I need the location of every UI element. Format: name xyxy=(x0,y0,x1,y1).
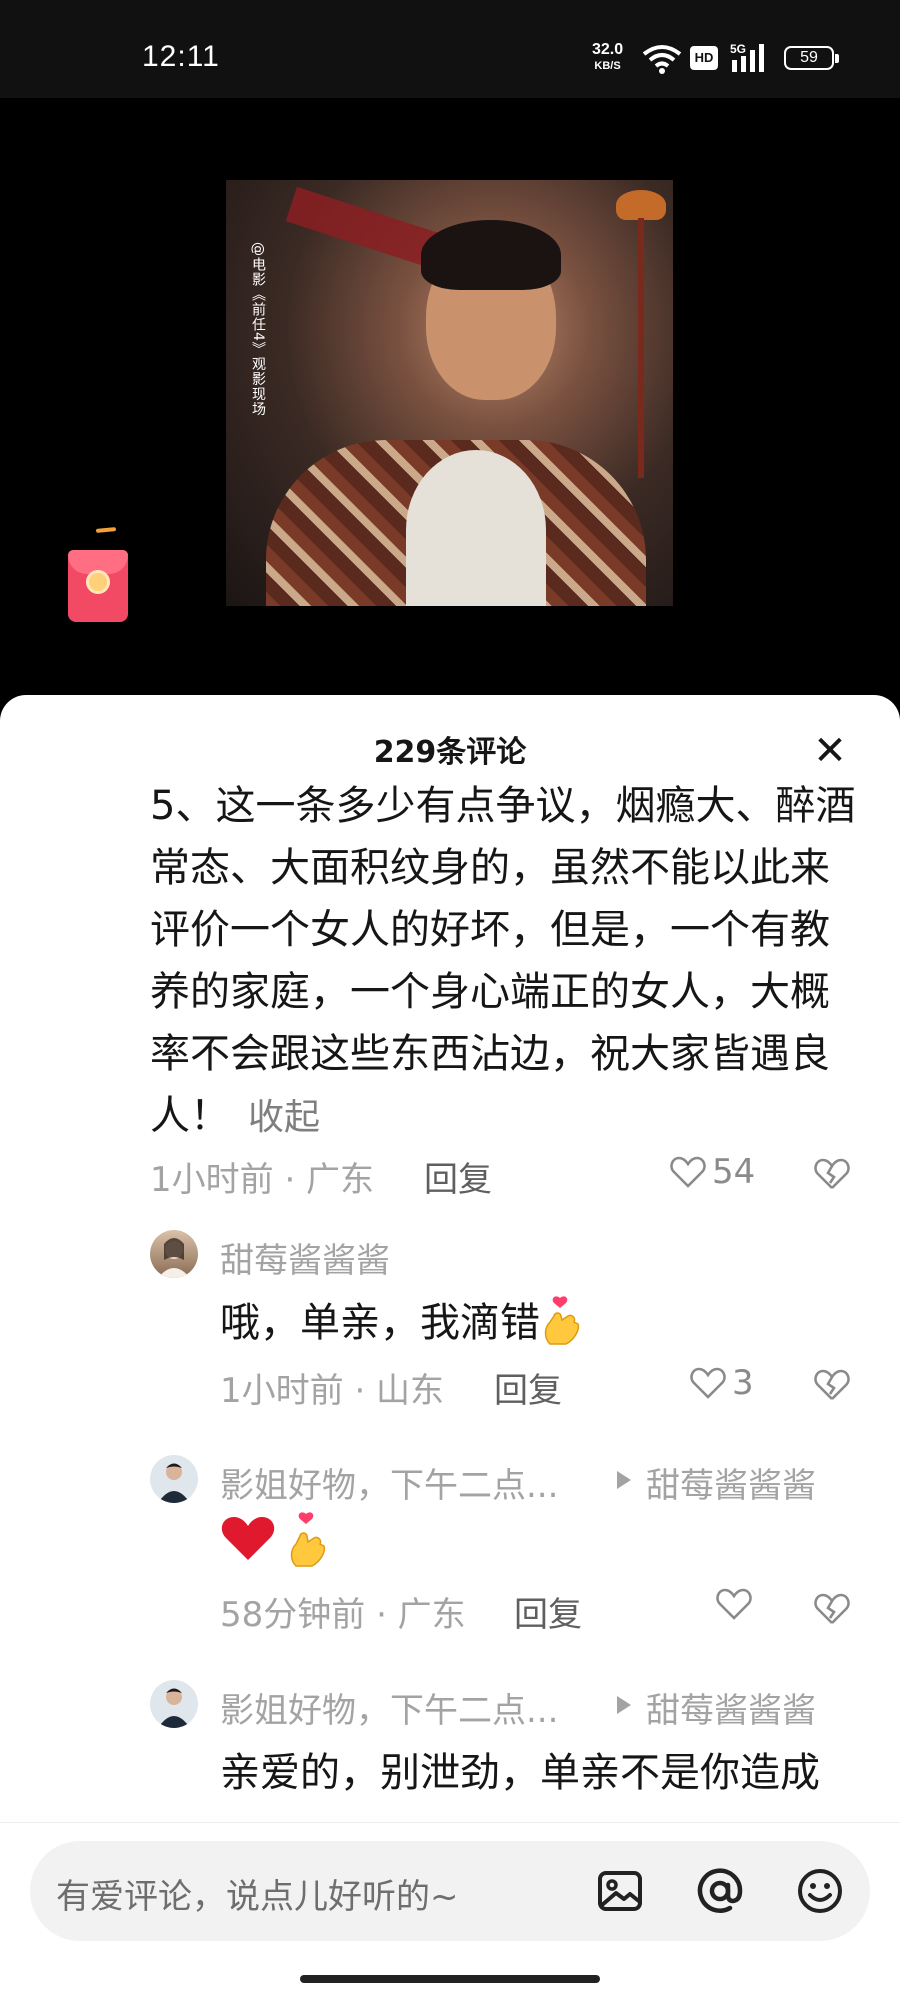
main-comment-reply-button[interactable]: 回复 xyxy=(424,1152,492,1201)
wifi-icon xyxy=(642,45,682,74)
main-comment-text: 5、这一条多少有点争议，烟瘾大、醉酒常态、大面积纹身的，虽然不能以此来评价一个女… xyxy=(150,775,860,1149)
reply-author[interactable]: 甜莓酱酱酱 xyxy=(220,1233,390,1282)
video-frame[interactable]: @电影《前任4》观影现场 xyxy=(226,180,673,606)
reply-meta: 58分钟前 · 广东 xyxy=(220,1595,466,1635)
at-icon[interactable] xyxy=(696,1867,744,1915)
reply-like-count: 3 xyxy=(732,1363,754,1403)
signal-icon: 5G xyxy=(730,42,772,74)
heart-icon xyxy=(670,1156,706,1188)
status-bar: 12:11 32.0 KB/S HD 5G 59 xyxy=(0,0,900,98)
reply-meta: 1小时前 · 山东 xyxy=(220,1371,445,1411)
avatar[interactable] xyxy=(150,1230,198,1278)
reply-like-button[interactable] xyxy=(716,1587,752,1621)
network-speed-unit: KB/S xyxy=(594,60,621,72)
home-indicator[interactable] xyxy=(300,1975,600,1983)
reply-author[interactable]: 影姐好物，下午二点... xyxy=(220,1458,558,1507)
broken-heart-icon[interactable] xyxy=(814,1592,850,1626)
reply-to-arrow-icon xyxy=(617,1696,631,1714)
battery-indicator: 59 xyxy=(784,46,839,70)
reply-emoji-text xyxy=(220,1510,330,1578)
main-comment-like-button[interactable]: 54 xyxy=(670,1152,755,1192)
comments-sheet: 229条评论 ✕ 5、这一条多少有点争议，烟瘾大、醉酒常态、大面积纹身的，虽然不… xyxy=(0,695,900,2000)
avatar[interactable] xyxy=(150,1680,198,1728)
collapse-link[interactable]: 收起 xyxy=(248,1097,320,1138)
broken-heart-icon[interactable] xyxy=(814,1157,850,1191)
emoji-icon[interactable] xyxy=(796,1867,844,1915)
reply-text: 哦，单亲，我滴错 xyxy=(220,1290,584,1356)
broken-heart-icon[interactable] xyxy=(814,1368,850,1402)
reply-author[interactable]: 影姐好物，下午二点... xyxy=(220,1683,558,1732)
network-speed: 32.0 KB/S xyxy=(592,42,623,74)
video-watermark: @电影《前任4》观影现场 xyxy=(250,242,266,417)
comment-input-bar: 有爱评论，说点儿好听的~ xyxy=(0,1822,900,2001)
hd-badge: HD xyxy=(690,46,718,70)
main-comment-content: 5、这一条多少有点争议，烟瘾大、醉酒常态、大面积纹身的，虽然不能以此来评价一个女… xyxy=(150,783,856,1139)
reply-to-user[interactable]: 甜莓酱酱酱 xyxy=(646,1458,816,1507)
avatar[interactable] xyxy=(150,1455,198,1503)
video-player[interactable]: @电影《前任4》观影现场 xyxy=(0,98,900,698)
clock: 12:11 xyxy=(142,40,220,73)
reply-reply-button[interactable]: 回复 xyxy=(494,1363,562,1412)
reply-reply-button[interactable]: 回复 xyxy=(514,1587,582,1636)
heart-icon xyxy=(690,1367,726,1399)
reply-content: 哦，单亲，我滴错 xyxy=(220,1300,540,1346)
red-packet-icon[interactable] xyxy=(68,550,128,622)
comment-input-placeholder: 有爱评论，说点儿好听的~ xyxy=(56,1877,459,1917)
finger-heart-emoji-icon xyxy=(286,1510,330,1578)
reply-to-arrow-icon xyxy=(617,1471,631,1489)
comments-count-title: 229条评论 xyxy=(373,735,527,770)
reply-to-user[interactable]: 甜莓酱酱酱 xyxy=(646,1683,816,1732)
main-comment-like-count: 54 xyxy=(712,1152,756,1192)
image-icon[interactable] xyxy=(596,1867,644,1915)
network-speed-value: 32.0 xyxy=(592,41,624,58)
heart-icon xyxy=(716,1588,752,1620)
reply-like-button[interactable]: 3 xyxy=(690,1363,754,1403)
red-heart-emoji-icon xyxy=(220,1514,276,1574)
finger-heart-emoji-icon xyxy=(540,1294,584,1356)
reply-text: 亲爱的，别泄劲，单亲不是你造成 xyxy=(220,1750,820,1796)
main-comment-meta: 1小时前 · 广东 xyxy=(150,1160,375,1200)
close-icon[interactable]: ✕ xyxy=(810,731,850,773)
comment-input[interactable]: 有爱评论，说点儿好听的~ xyxy=(30,1841,870,1941)
